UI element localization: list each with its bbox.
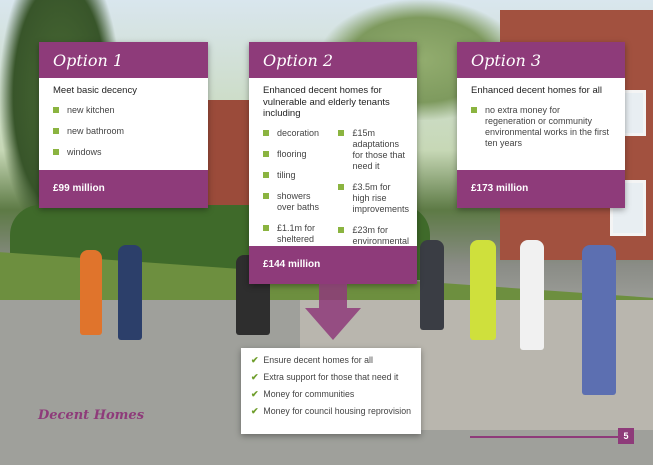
footer-title: Decent Homes <box>38 408 145 423</box>
footer-divider <box>470 436 630 438</box>
outcome-text: Ensure decent homes for all <box>263 355 373 365</box>
list-item: new bathroom <box>53 126 194 137</box>
option-3-card: Option 3 Enhanced decent homes for all n… <box>457 42 625 208</box>
list-item: tiling <box>263 170 330 181</box>
list-item: ✔ Money for council housing reprovision <box>251 406 411 417</box>
background-person <box>420 240 444 330</box>
option-3-subtitle: Enhanced decent homes for all <box>471 85 602 96</box>
option-3-body: Enhanced decent homes for all no extra m… <box>457 78 625 149</box>
down-arrow-icon <box>305 280 361 340</box>
list-item: ✔ Ensure decent homes for all <box>251 355 411 366</box>
outcome-text: Money for council housing reprovision <box>263 406 412 416</box>
option-3-items: no extra money for regeneration or commu… <box>471 105 611 149</box>
background-person <box>582 245 616 395</box>
option-1-cost: £99 million <box>39 170 208 208</box>
option-1-items: new kitchen new bathroom windows <box>53 105 194 158</box>
check-icon: ✔ <box>251 372 259 382</box>
option-1-title: Option 1 <box>39 42 208 78</box>
list-item: new kitchen <box>53 105 194 116</box>
page: Option 1 Meet basic decency new kitchen … <box>0 0 653 465</box>
option-1-subtitle: Meet basic decency <box>53 85 137 96</box>
list-item: flooring <box>263 149 330 160</box>
page-number: 5 <box>618 428 634 444</box>
option-2-title: Option 2 <box>249 42 417 78</box>
background-person <box>118 245 142 340</box>
option-3-cost: £173 million <box>457 170 625 208</box>
option-1-card: Option 1 Meet basic decency new kitchen … <box>39 42 208 208</box>
list-item: £1.1m for sheltered <box>263 223 330 245</box>
option-2-card: Option 2 Enhanced decent homes for vulne… <box>249 42 417 284</box>
background-house <box>205 100 255 210</box>
background-person <box>80 250 102 335</box>
option-2-subtitle: Enhanced decent homes for vulnerable and… <box>263 85 390 119</box>
background-person <box>470 240 496 340</box>
list-item: showers over baths <box>263 191 330 213</box>
list-item: £3.5m for high rise improvements <box>338 182 409 215</box>
list-item: ✔ Extra support for those that need it <box>251 372 411 383</box>
list-item: windows <box>53 147 194 158</box>
list-item: no extra money for regeneration or commu… <box>471 105 611 149</box>
list-item: decoration <box>263 128 330 139</box>
option-2-body: Enhanced decent homes for vulnerable and… <box>249 78 417 268</box>
option-3-title: Option 3 <box>457 42 625 78</box>
check-icon: ✔ <box>251 406 259 416</box>
outcome-text: Extra support for those that need it <box>263 372 399 382</box>
outcomes-list: ✔ Ensure decent homes for all ✔ Extra supp… <box>251 355 411 417</box>
list-item: ✔ Money for communities <box>251 389 411 400</box>
outcome-text: Money for communities <box>263 389 355 399</box>
list-item: £15m adaptations for those that need it <box>338 128 409 172</box>
option-2-cost: £144 million <box>249 246 417 284</box>
option-1-body: Meet basic decency new kitchen new bathr… <box>39 78 208 158</box>
check-icon: ✔ <box>251 355 259 365</box>
background-person <box>520 240 544 350</box>
outcomes-box: ✔ Ensure decent homes for all ✔ Extra supp… <box>241 348 421 434</box>
check-icon: ✔ <box>251 389 259 399</box>
